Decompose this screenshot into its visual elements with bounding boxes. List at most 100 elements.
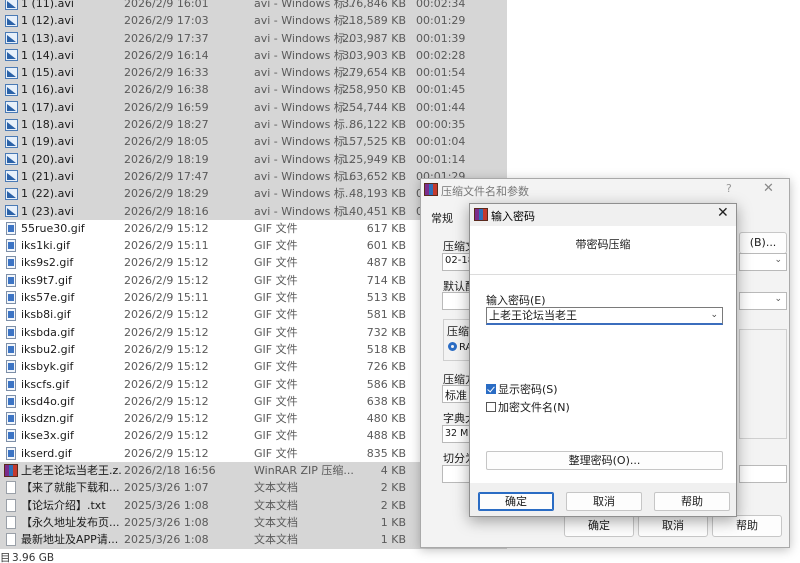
file-name: 1 (23).avi — [21, 204, 74, 218]
file-date: 2026/2/18 16:56 — [124, 464, 216, 478]
archive-help-button[interactable]: 帮助 — [712, 515, 782, 537]
password-dialog-title: 输入密码 — [491, 210, 535, 223]
help-icon[interactable]: ? — [726, 182, 732, 195]
password-dialog-titlebar[interactable]: 输入密码 ✕ — [470, 204, 736, 224]
file-duration: 00:02:34 — [416, 0, 466, 10]
browse-label: (B)... — [749, 236, 777, 249]
file-icon-cell — [4, 445, 18, 462]
file-icon-cell — [4, 324, 18, 341]
help-button[interactable]: 帮助 — [654, 492, 730, 511]
file-name: 最新地址及APP请... — [21, 533, 119, 547]
file-row[interactable]: 1 (19).avi 2026/2/9 18:05 avi - Windows 标.… — [0, 133, 510, 151]
file-name: 55rue30.gif — [21, 221, 85, 235]
file-size: 513 KB — [366, 291, 406, 305]
organize-passwords-button[interactable]: 整理密码(O)... — [486, 451, 723, 470]
file-row[interactable]: 1 (16).avi 2026/2/9 16:38 avi - Windows 标.… — [0, 81, 510, 100]
password-input[interactable]: 上老王论坛当老王 ⌄ — [486, 307, 723, 325]
file-date: 2026/2/9 16:14 — [124, 48, 209, 62]
archive-cancel-button[interactable]: 取消 — [638, 515, 708, 537]
video-icon — [4, 0, 18, 10]
file-name: ikserd.gif — [21, 446, 72, 460]
archive-name-input[interactable]: 02-18- — [442, 253, 478, 271]
file-name: 【永久地址发布页... — [21, 515, 120, 529]
file-size: 732 KB — [366, 325, 406, 339]
gif-file-icon — [6, 429, 16, 443]
show-password-checkbox[interactable]: 显示密码(S) — [486, 381, 558, 397]
split-dropdown[interactable] — [442, 465, 472, 483]
encrypt-filenames-checkbox[interactable]: 加密文件名(N) — [486, 399, 570, 415]
file-row[interactable]: 1 (14).avi 2026/2/9 16:14 avi - Windows 标.… — [0, 46, 510, 65]
password-dialog-heading: 带密码压缩 — [575, 238, 631, 251]
close-icon[interactable]: ✕ — [717, 205, 729, 221]
text-file-icon — [6, 533, 16, 547]
file-date: 2026/2/9 15:12 — [124, 446, 209, 460]
method-value: 标准 — [445, 389, 467, 402]
archive-ok-button[interactable]: 确定 — [564, 515, 634, 537]
file-row[interactable]: 1 (15).avi 2026/2/9 16:33 avi - Windows 标.… — [0, 64, 510, 82]
file-row[interactable]: 1 (11).avi 2026/2/9 16:01 avi - Windows 标.… — [0, 0, 510, 13]
file-size: 157,525 KB — [342, 135, 406, 149]
file-name: iksdzn.gif — [21, 412, 74, 426]
file-name: ikscfs.gif — [21, 377, 70, 391]
method-dropdown[interactable]: 标准 — [442, 385, 472, 403]
file-icon-cell — [4, 237, 18, 254]
tab-general[interactable]: 常规 — [431, 210, 453, 226]
file-name: iksb8i.gif — [21, 308, 71, 322]
file-date: 2026/2/9 18:16 — [124, 204, 209, 218]
file-row[interactable]: 1 (18).avi 2026/2/9 18:27 avi - Windows 标.… — [0, 116, 510, 134]
profile-dropdown[interactable] — [442, 292, 472, 310]
ok-button[interactable]: 确定 — [478, 492, 554, 511]
organize-passwords-label: 整理密码(O)... — [568, 454, 641, 467]
file-row[interactable]: 1 (20).avi 2026/2/9 18:19 avi - Windows 标.… — [0, 150, 510, 169]
file-row[interactable]: 1 (12).avi 2026/2/9 17:03 avi - Windows 标.… — [0, 12, 510, 30]
chevron-down-icon[interactable]: ⌄ — [710, 308, 718, 323]
file-date: 2026/2/9 17:47 — [124, 169, 209, 183]
format-label: 压缩 — [447, 325, 469, 338]
video-icon — [4, 14, 18, 27]
profile-dropdown-right[interactable]: ⌄ — [739, 292, 787, 310]
file-date: 2026/2/9 17:37 — [124, 31, 209, 45]
file-duration: 00:02:28 — [416, 48, 466, 62]
file-icon-cell — [4, 514, 18, 531]
file-icon-cell — [4, 133, 18, 150]
file-icon-cell — [4, 306, 18, 323]
file-date: 2026/2/9 18:05 — [124, 135, 209, 149]
file-date: 2026/2/9 15:12 — [124, 412, 209, 426]
dictionary-dropdown[interactable]: 32 MB — [442, 425, 475, 443]
file-icon-cell — [4, 393, 18, 410]
file-icon-cell — [4, 462, 18, 479]
file-name: iks9t7.gif — [21, 273, 72, 287]
update-mode-dropdown[interactable]: ⌄ — [739, 253, 787, 271]
file-date: 2026/2/9 15:12 — [124, 377, 209, 391]
file-duration: 00:01:14 — [416, 152, 466, 166]
cancel-label: 取消 — [593, 495, 615, 508]
file-row[interactable]: 1 (17).avi 2026/2/9 16:59 avi - Windows 标.… — [0, 98, 510, 117]
video-icon — [4, 32, 18, 45]
file-row[interactable]: 1 (13).avi 2026/2/9 17:37 avi - Windows 标.… — [0, 29, 510, 48]
file-icon-cell — [4, 410, 18, 427]
video-icon — [4, 153, 18, 166]
file-name: 1 (18).avi — [21, 118, 74, 132]
help-label: 帮助 — [681, 495, 703, 508]
file-size: 163,652 KB — [342, 169, 406, 183]
browse-button[interactable]: (B)... — [739, 232, 787, 254]
encrypt-filenames-label: 加密文件名(N) — [498, 401, 570, 414]
gif-file-icon — [6, 377, 16, 391]
file-name: iks1ki.gif — [21, 239, 70, 253]
text-file-icon — [6, 515, 16, 529]
gif-file-icon — [6, 360, 16, 374]
video-icon — [4, 83, 18, 96]
close-icon[interactable]: ✕ — [763, 181, 774, 196]
split-unit-dropdown[interactable] — [739, 465, 787, 483]
gif-file-icon — [6, 221, 16, 235]
file-size: 726 KB — [366, 360, 406, 374]
file-icon-cell — [4, 376, 18, 393]
file-name: iks57e.gif — [21, 291, 75, 305]
file-size: 218,589 KB — [342, 14, 406, 28]
gif-file-icon — [6, 446, 16, 460]
cancel-button[interactable]: 取消 — [566, 492, 642, 511]
video-icon — [4, 135, 18, 148]
file-icon-cell — [4, 116, 18, 133]
file-size: 203,987 KB — [342, 31, 406, 45]
options-group — [739, 329, 787, 439]
